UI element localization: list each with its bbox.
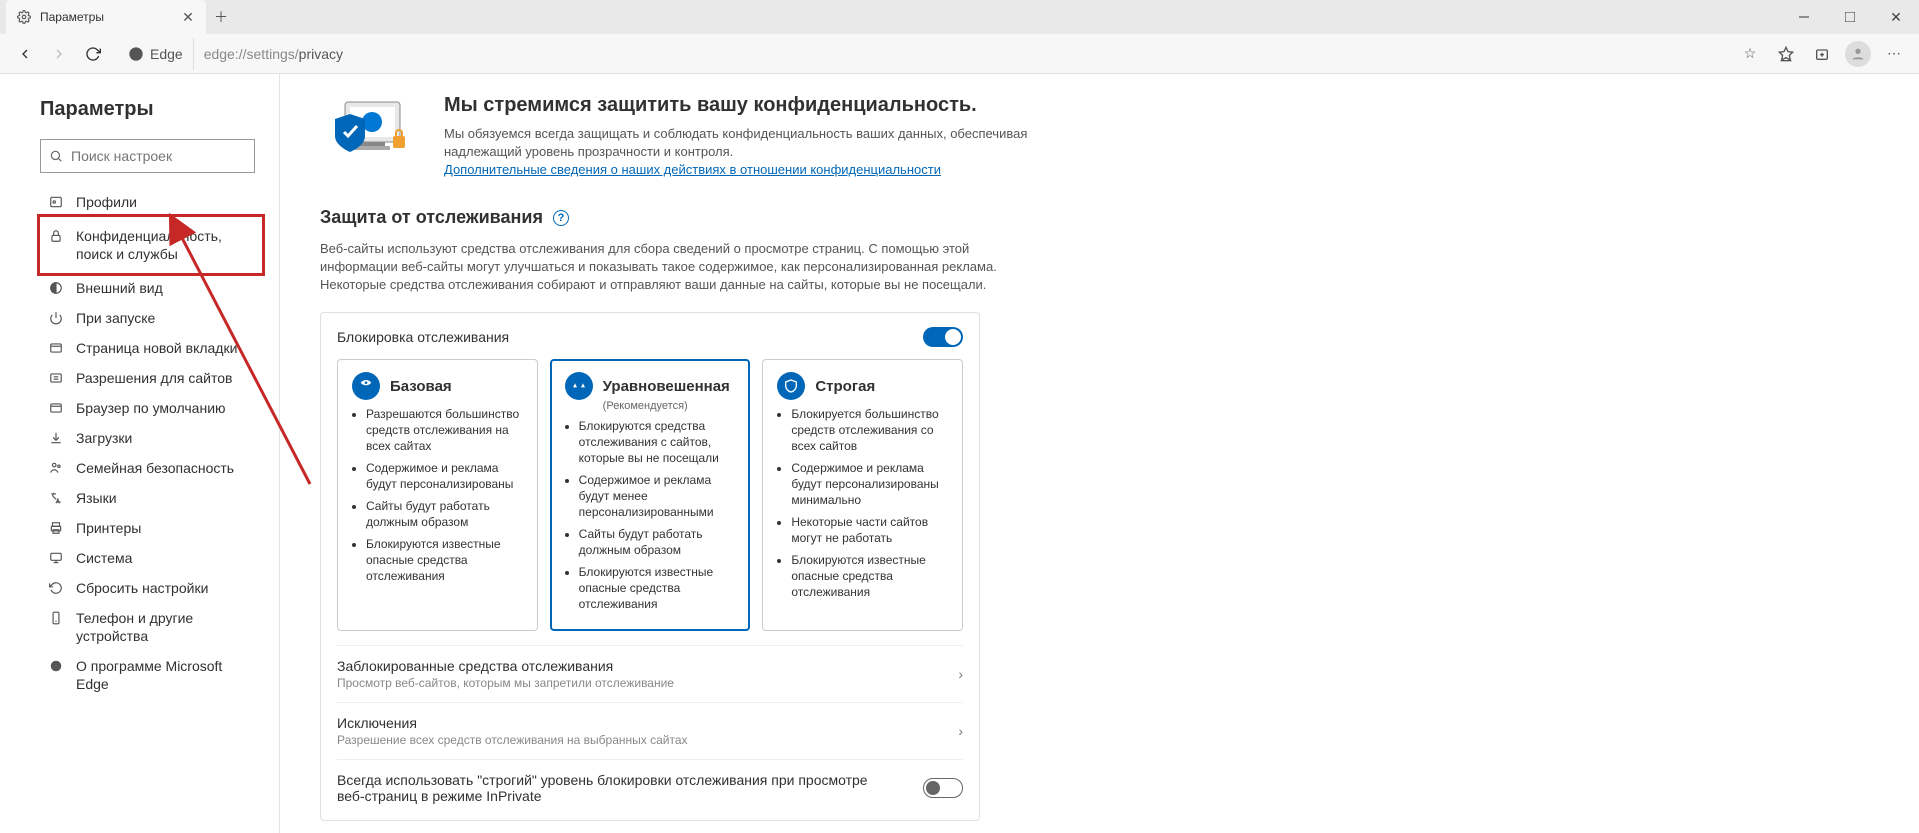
language-icon (48, 490, 64, 506)
reset-icon (48, 580, 64, 596)
sidebar-item-languages[interactable]: Языки (40, 483, 263, 513)
sidebar-item-newtab[interactable]: Страница новой вкладки (40, 333, 263, 363)
hero-title: Мы стремимся защитить вашу конфиденциаль… (444, 94, 1084, 117)
more-menu-icon[interactable]: ⋯ (1877, 37, 1911, 71)
edge-logo-icon (128, 46, 144, 62)
tracking-card-balanced[interactable]: Уравновешенная (Рекомендуется) Блокируют… (550, 359, 751, 631)
sidebar-item-startup[interactable]: При запуске (40, 303, 263, 333)
gear-icon (16, 9, 32, 25)
settings-sidebar: Параметры Профили Конфиденциальность, по… (0, 74, 280, 833)
basic-icon (352, 372, 380, 400)
address-bar[interactable]: Edge edge://settings/privacy (118, 38, 1725, 70)
inprivate-row: Всегда использовать "строгий" уровень бл… (337, 759, 963, 816)
sidebar-item-family[interactable]: Семейная безопасность (40, 453, 263, 483)
blocked-trackers-row[interactable]: Заблокированные средства отслеживания Пр… (337, 645, 963, 702)
sidebar-item-phone[interactable]: Телефон и другие устройства (40, 603, 263, 651)
newtab-icon (48, 340, 64, 356)
sidebar-item-permissions[interactable]: Разрешения для сайтов (40, 363, 263, 393)
tracking-card-strict[interactable]: Строгая Блокируется большинство средств … (762, 359, 963, 631)
settings-search[interactable] (40, 139, 255, 173)
search-input[interactable] (71, 148, 252, 164)
url-text: edge://settings/privacy (194, 46, 343, 62)
sidebar-item-about[interactable]: О программе Microsoft Edge (40, 651, 263, 699)
refresh-button[interactable] (76, 37, 110, 71)
family-icon (48, 460, 64, 476)
sidebar-item-printers[interactable]: Принтеры (40, 513, 263, 543)
sidebar-title: Параметры (40, 98, 263, 121)
edge-chip-label: Edge (150, 46, 183, 62)
strict-icon (777, 372, 805, 400)
phone-icon (48, 610, 64, 626)
tracking-section: Защита от отслеживания? Веб-сайты исполь… (320, 207, 1879, 821)
hero-link[interactable]: Дополнительные сведения о наших действия… (444, 162, 941, 177)
chevron-right-icon: › (958, 666, 963, 682)
tracking-title: Защита от отслеживания (320, 207, 543, 228)
back-button[interactable] (8, 37, 42, 71)
sidebar-item-profiles[interactable]: Профили (40, 187, 263, 217)
browser-icon (48, 400, 64, 416)
exceptions-row[interactable]: Исключения Разрешение всех средств отсле… (337, 702, 963, 759)
browser-toolbar: Edge edge://settings/privacy ☆ ⋯ (0, 34, 1919, 74)
privacy-illustration (320, 94, 420, 164)
window-minimize-button[interactable] (1781, 0, 1827, 34)
permissions-icon (48, 370, 64, 386)
sidebar-item-privacy[interactable]: Конфиденциальность, поиск и службы (40, 217, 262, 273)
inprivate-toggle[interactable] (923, 778, 963, 798)
sidebar-item-downloads[interactable]: Загрузки (40, 423, 263, 453)
block-toggle[interactable] (923, 327, 963, 347)
appearance-icon (48, 280, 64, 296)
settings-content: Мы стремимся защитить вашу конфиденциаль… (280, 74, 1919, 833)
tracking-card-basic[interactable]: Базовая Разрешаются большинство средств … (337, 359, 538, 631)
forward-button[interactable] (42, 37, 76, 71)
help-icon[interactable]: ? (553, 210, 569, 226)
download-icon (48, 430, 64, 446)
privacy-hero: Мы стремимся защитить вашу конфиденциаль… (320, 94, 1879, 177)
block-toggle-label: Блокировка отслеживания (337, 329, 509, 345)
balanced-icon (565, 372, 593, 400)
tracking-panel: Блокировка отслеживания Базовая Разрешаю… (320, 312, 980, 821)
window-maximize-button[interactable] (1827, 0, 1873, 34)
favorite-star-icon[interactable]: ☆ (1733, 37, 1767, 71)
window-close-button[interactable]: ✕ (1873, 0, 1919, 34)
profile-avatar[interactable] (1841, 37, 1875, 71)
edge-chip: Edge (118, 38, 194, 70)
chevron-right-icon: › (958, 723, 963, 739)
power-icon (48, 310, 64, 326)
system-icon (48, 550, 64, 566)
profile-icon (48, 194, 64, 210)
tab-title: Параметры (40, 10, 180, 24)
close-tab-icon[interactable]: ✕ (180, 9, 196, 25)
window-titlebar: Параметры ✕ ＋ ✕ (0, 0, 1919, 34)
hero-text: Мы обязуемся всегда защищать и соблюдать… (444, 125, 1084, 161)
sidebar-item-default[interactable]: Браузер по умолчанию (40, 393, 263, 423)
browser-tab[interactable]: Параметры ✕ (6, 0, 206, 34)
collections-icon[interactable] (1805, 37, 1839, 71)
favorites-hub-icon[interactable] (1769, 37, 1803, 71)
sidebar-item-system[interactable]: Система (40, 543, 263, 573)
printer-icon (48, 520, 64, 536)
lock-icon (48, 228, 64, 244)
search-icon (49, 149, 63, 163)
tracking-desc: Веб-сайты используют средства отслеживан… (320, 240, 1000, 294)
edge-icon (48, 658, 64, 674)
new-tab-button[interactable]: ＋ (206, 0, 236, 34)
sidebar-item-reset[interactable]: Сбросить настройки (40, 573, 263, 603)
sidebar-item-appearance[interactable]: Внешний вид (40, 273, 263, 303)
